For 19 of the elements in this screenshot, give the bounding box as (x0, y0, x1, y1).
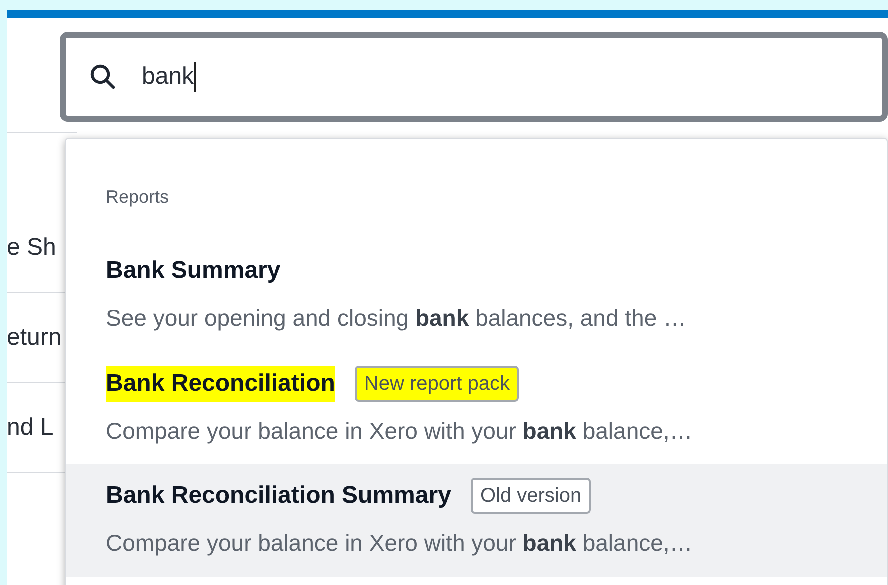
result-title: Bank Reconciliation Summary (106, 481, 452, 511)
section-heading: Reports (106, 187, 170, 207)
report-name[interactable]: nd L (7, 410, 54, 446)
search-field[interactable]: bank (60, 32, 888, 122)
search-result[interactable]: Bank Reconciliation New report pack Compare your balance in Xero with your bank balance,… (66, 352, 887, 464)
result-title: Bank Summary (106, 256, 281, 286)
search-icon (88, 62, 118, 92)
result-description: Compare your balance in Xero with your bank balance,… (106, 416, 694, 446)
tag-badge: New report pack (355, 366, 520, 402)
search-result[interactable]: Bank Summary See your opening and closing bank balances, and the … (66, 239, 887, 352)
result-title: Bank Reconciliation (106, 366, 336, 402)
tag-badge: Old version (471, 478, 591, 514)
search-result[interactable]: Bank Reconciliation Summary Old version Compare your balance in Xero with your bank balance,… (66, 464, 887, 576)
search-text: bank (142, 62, 194, 92)
text-cursor (194, 62, 196, 92)
report-name[interactable]: eturn (7, 320, 62, 356)
result-description: See your opening and closing bank balances, and the … (106, 304, 688, 333)
report-name[interactable]: e Sh (7, 230, 56, 266)
result-description: Compare your balance in Xero with your bank balance,… (106, 529, 694, 558)
